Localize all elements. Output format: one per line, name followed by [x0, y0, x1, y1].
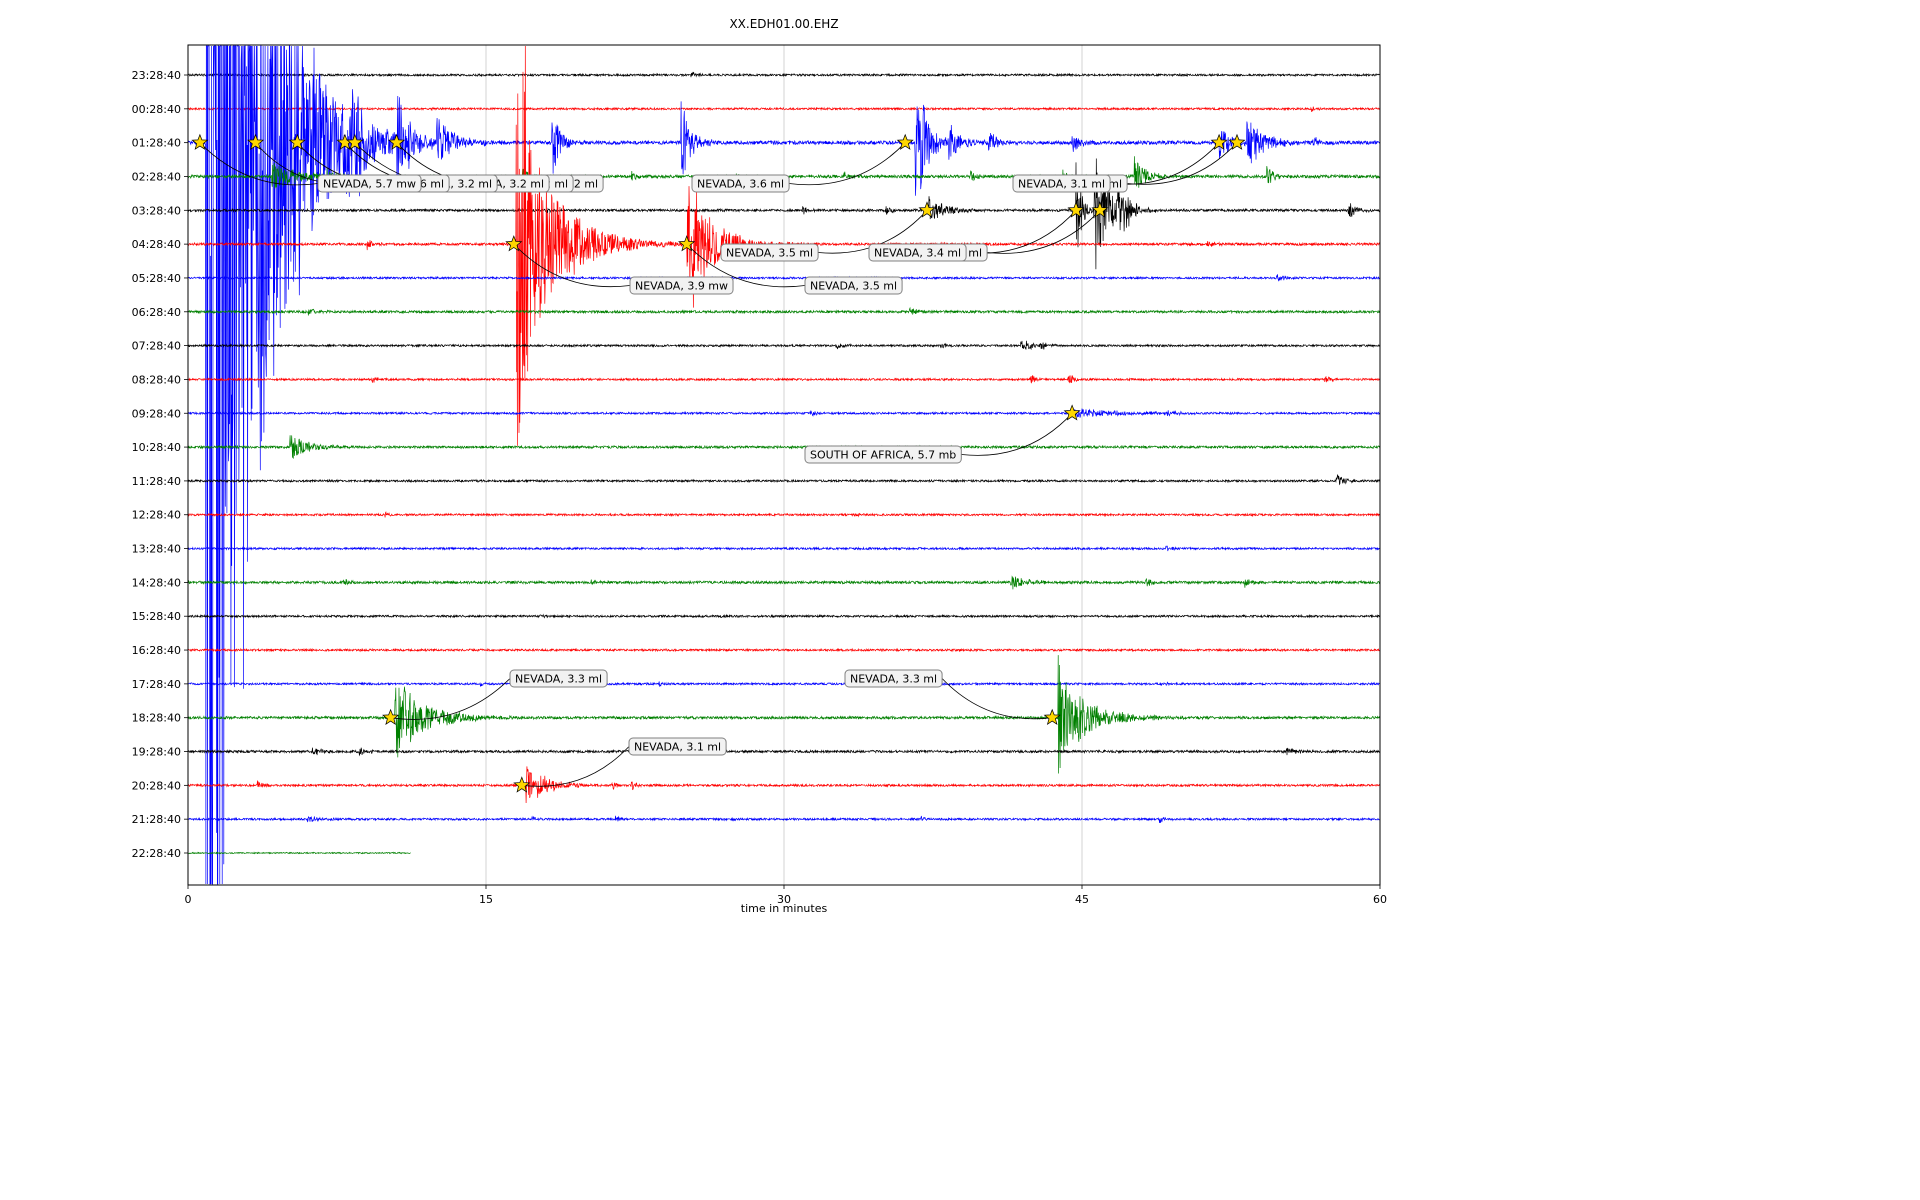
x-tick-label: 45 [1075, 893, 1089, 906]
event-star-icon [1092, 202, 1107, 217]
event-label: NEVADA, 3.1 ml [1013, 175, 1110, 192]
event-label: NEVADA, 5.7 mw [318, 175, 421, 192]
y-tick-label: 01:28:40 [132, 137, 181, 150]
y-tick-label: 14:28:40 [132, 576, 181, 589]
event-label-text: NEVADA, 3.5 ml [810, 280, 897, 293]
y-tick-label: 06:28:40 [132, 306, 181, 319]
event-connector [987, 210, 1100, 253]
y-tick-label: 00:28:40 [132, 103, 181, 116]
event-label: NEVADA, 3.4 ml [869, 244, 966, 261]
y-tick-label: 09:28:40 [132, 407, 181, 420]
chart-title: XX.EDH01.00.EHZ [729, 17, 838, 31]
y-tick-label: 13:28:40 [132, 543, 181, 556]
event-label-text: NEVADA, 3.6 ml [697, 178, 784, 191]
event-label-text: NEVADA, 3.3 ml [515, 673, 602, 686]
trace-row-23 [188, 852, 411, 853]
y-tick-label: 04:28:40 [132, 238, 181, 251]
seismogram-plot: XX.EDH01.00.EHZ time in minutes 23:28:40… [0, 0, 1920, 1200]
y-tick-label: 15:28:40 [132, 610, 181, 623]
event-label-text: NEVADA, 3.5 ml [726, 247, 813, 260]
y-tick-label: 16:28:40 [132, 644, 181, 657]
event-label-text: NEVADA, 3.3 ml [850, 673, 937, 686]
event-label: NEVADA, 3.5 ml [805, 277, 902, 294]
event-connector [789, 143, 905, 185]
y-tick-label: 02:28:40 [132, 170, 181, 183]
event-labels-group: NEVADA, 3.1 ml NEVADA, 3.3 ml NEVADA, 3.3 … [318, 175, 1127, 755]
x-tick-label: 0 [185, 893, 192, 906]
x-tick-label: 60 [1373, 893, 1387, 906]
seismogram-figure: XX.EDH01.00.EHZ time in minutes 23:28:40… [0, 0, 1920, 1200]
y-tick-label: 12:28:40 [132, 509, 181, 522]
trace-row-16 [188, 615, 1380, 618]
y-tick-label: 22:28:40 [132, 847, 181, 860]
y-tick-label: 21:28:40 [132, 813, 181, 826]
x-tick-label: 15 [479, 893, 493, 906]
event-label: NEVADA, 3.3 ml [845, 670, 942, 687]
event-label-text: NEVADA, 3.1 ml [634, 741, 721, 754]
event-stars-group [192, 135, 1244, 792]
event-label: NEVADA, 3.9 mw [630, 277, 733, 294]
event-label-text: NEVADA, 5.7 mw [323, 178, 416, 191]
y-tick-label: 18:28:40 [132, 712, 181, 725]
event-label-text: NEVADA, 3.4 ml [874, 247, 961, 260]
y-tick-label: 07:28:40 [132, 340, 181, 353]
event-connectors-group [200, 143, 1237, 787]
event-label: SOUTH OF AFRICA, 5.7 mb [805, 446, 961, 463]
y-tick-label: 10:28:40 [132, 441, 181, 454]
y-tick-label: 20:28:40 [132, 779, 181, 792]
event-star-icon [1229, 135, 1244, 149]
y-tick-label: 08:28:40 [132, 373, 181, 386]
y-tick-label: 11:28:40 [132, 475, 181, 488]
event-label: NEVADA, 3.5 ml [721, 244, 818, 261]
event-label-text: SOUTH OF AFRICA, 5.7 mb [810, 449, 956, 462]
event-star-icon [898, 135, 913, 149]
y-tick-label: 05:28:40 [132, 272, 181, 285]
y-tick-label: 17:28:40 [132, 678, 181, 691]
y-tick-label: 03:28:40 [132, 204, 181, 217]
event-label: NEVADA, 3.3 ml [510, 670, 607, 687]
event-star-icon [514, 777, 529, 792]
x-tick-label: 30 [777, 893, 791, 906]
event-label: NEVADA, 3.6 ml [692, 175, 789, 192]
event-label-text: NEVADA, 3.1 ml [1018, 178, 1105, 191]
y-tick-label: 23:28:40 [132, 69, 181, 82]
event-label: NEVADA, 3.1 ml [629, 738, 726, 755]
event-label-text: NEVADA, 3.9 mw [635, 280, 728, 293]
y-tick-label: 19:28:40 [132, 746, 181, 759]
event-star-icon [1065, 405, 1080, 419]
